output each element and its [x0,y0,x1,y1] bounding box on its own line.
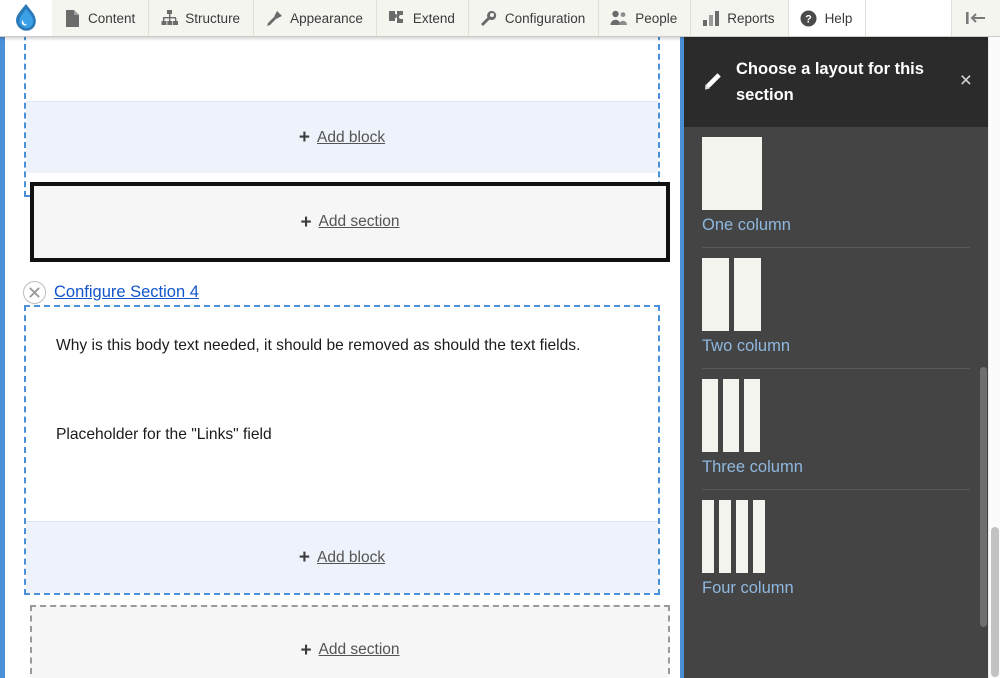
body-field-text: Why is this body text needed, it should … [56,337,581,354]
toolbar-tab-people[interactable]: People [599,0,692,36]
toolbar-tab-label: Reports [727,10,775,26]
add-block-button-top[interactable]: + Add block [26,101,658,173]
layout-thumbnail-four-column [702,500,970,573]
toolbar-tab-label: Configuration [504,10,586,26]
offcanvas-layout-list: One column Two column Three column Four … [684,127,988,598]
layout-option-two-column[interactable]: Two column [702,248,970,356]
layout-section-top: + Add block [24,37,660,197]
admin-toolbar: Content Structure Appearance Extend Conf… [0,0,1000,37]
add-section-button-active[interactable]: + Add section [30,182,670,262]
offcanvas-scrollbar[interactable] [980,37,987,678]
layout-builder-left-rail [0,37,5,678]
layout-option-one-column[interactable]: One column [702,127,970,235]
links-field-placeholder: Placeholder for the "Links" field [56,425,272,443]
bar-chart-icon [702,10,720,26]
toolbar-tab-label: Structure [185,10,241,26]
toolbar-tab-reports[interactable]: Reports [691,0,789,36]
toolbar-tab-configuration[interactable]: Configuration [468,0,600,36]
plus-icon: + [298,547,311,568]
layout-thumbnail-three-column [702,379,970,452]
configure-section-link[interactable]: Configure Section 4 [54,283,199,302]
layout-option-three-column[interactable]: Three column [702,369,970,477]
offcanvas-header: Choose a layout for this section × [684,37,988,127]
browser-scrollbar-thumb[interactable] [991,527,999,677]
browser-scrollbar[interactable] [988,37,1000,678]
offcanvas-dialog: Choose a layout for this section × One c… [680,37,988,678]
pencil-icon [700,70,730,94]
add-section-link[interactable]: + Add section [300,641,399,660]
layout-option-label[interactable]: One column [702,216,970,235]
toolbar-tab-structure[interactable]: Structure [149,0,255,36]
toolbar-tab-label: Appearance [290,10,363,26]
offcanvas-title: Choose a layout for this section [736,59,924,104]
wrench-icon [480,10,498,27]
toolbar-tab-extend[interactable]: Extend [376,0,469,36]
toolbar-tab-help[interactable]: ? Help [788,0,867,36]
drupal-droplet-icon[interactable] [0,0,52,36]
layout-thumbnail-one-column [702,137,970,210]
plus-icon: + [300,639,312,661]
toolbar-tab-label: People [635,10,678,26]
toolbar-tab-content[interactable]: Content [52,0,150,36]
add-section-label: Add section [318,641,400,658]
layout-section-4: Why is this body text needed, it should … [24,305,660,595]
people-icon [610,10,628,26]
section-4-content: Why is this body text needed, it should … [26,307,658,449]
close-icon[interactable]: × [960,70,972,91]
remove-section-icon[interactable] [23,281,46,304]
structure-icon [160,10,178,26]
add-section-button-bottom[interactable]: + Add section [30,605,670,678]
collapse-sidebar-icon[interactable] [952,0,1000,36]
add-block-label: Add block [317,548,386,566]
svg-text:?: ? [805,13,812,25]
add-block-link[interactable]: + Add block [299,128,385,147]
toolbar-spacer [866,0,952,36]
layout-option-label[interactable]: Three column [702,458,970,477]
toolbar-tab-label: Content [88,10,136,26]
puzzle-icon [388,10,406,26]
plus-icon: + [300,211,312,233]
add-section-link[interactable]: + Add section [300,213,399,232]
layout-option-label[interactable]: Two column [702,337,970,356]
plus-icon: + [298,127,311,148]
layout-builder-page: Content Structure Appearance Extend Conf… [0,0,1000,678]
toolbar-tab-label: Extend [412,10,455,26]
offcanvas-scrollbar-thumb[interactable] [980,367,987,627]
configure-section-row: Configure Section 4 [23,281,199,304]
add-block-button-section-4[interactable]: + Add block [26,521,658,593]
toolbar-tab-appearance[interactable]: Appearance [254,0,377,36]
add-block-link[interactable]: + Add block [299,548,385,567]
layout-thumbnail-two-column [702,258,970,331]
field-spacer [56,360,628,422]
add-section-label: Add section [318,213,400,230]
question-circle-icon: ? [800,10,818,27]
layout-option-label[interactable]: Four column [702,579,970,598]
file-icon [63,9,81,27]
add-block-label: Add block [317,128,386,146]
toolbar-tab-label: Help [824,10,853,26]
layout-option-four-column[interactable]: Four column [702,490,970,598]
brush-icon [265,10,283,27]
layout-builder-canvas: 4 + Add block + Add section [5,37,680,678]
